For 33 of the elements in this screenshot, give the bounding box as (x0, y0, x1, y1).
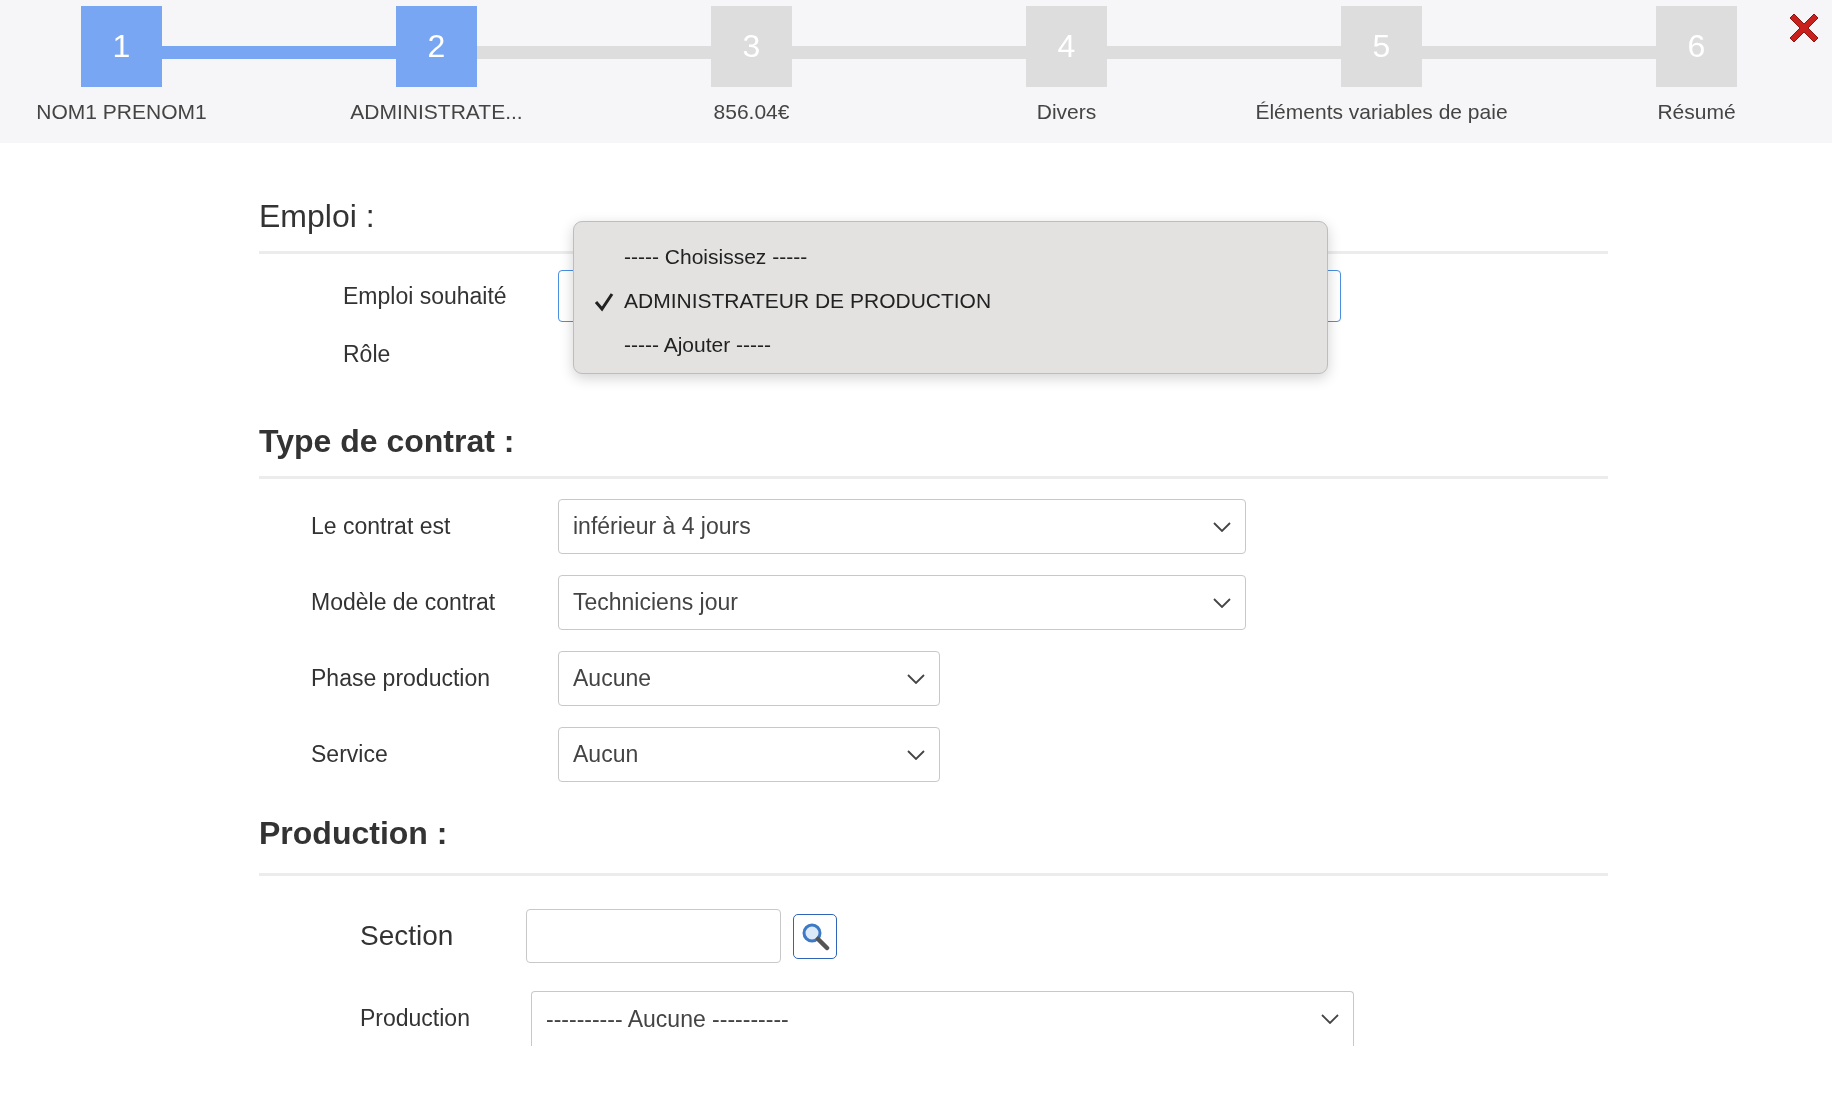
field-label: Le contrat est (311, 513, 452, 540)
select-field[interactable]: Aucune (558, 651, 940, 706)
search-icon (800, 921, 830, 951)
step-label: 856.04€ (713, 100, 790, 124)
step-label: Éléments variables de paie (1255, 100, 1508, 124)
field-label: Phase production (311, 665, 491, 692)
section-heading: Emploi : (259, 197, 376, 236)
step-label: Divers (1036, 100, 1097, 124)
field-label: Emploi souhaité (343, 282, 508, 310)
select-field[interactable]: inférieur à 4 jours (558, 499, 1246, 554)
chevron-icon (907, 673, 925, 684)
select-field[interactable]: ---------- Aucune ---------- (531, 991, 1354, 1046)
search-button[interactable] (793, 913, 837, 959)
field-label: Section (360, 920, 455, 952)
dropdown-option[interactable]: ----- Choisissez ----- (574, 235, 1327, 279)
chevron-icon (1321, 1014, 1339, 1024)
chevron-icon (1213, 521, 1231, 532)
dropdown-option[interactable]: ----- Ajouter ----- (574, 323, 1327, 367)
section-heading: Production : (259, 814, 449, 853)
field-label: Rôle (343, 340, 392, 368)
step-label: ADMINISTRATE... (350, 100, 523, 124)
dropdown-option[interactable]: ADMINISTRATEUR DE PRODUCTION (574, 279, 1327, 323)
chevron-icon (907, 749, 925, 760)
field-label: Production (360, 1005, 471, 1032)
field-label: Modèle de contrat (311, 589, 497, 616)
chevron-icon (1213, 597, 1231, 608)
step-label: NOM1 PRENOM1 (36, 100, 207, 124)
section-heading: Type de contrat : (259, 422, 516, 461)
field-label: Service (311, 741, 389, 768)
select-field[interactable]: Techniciens jour (558, 575, 1246, 630)
select-field[interactable]: Aucun (558, 727, 940, 782)
input-field[interactable] (526, 909, 781, 963)
step-label: Résumé (1657, 100, 1736, 124)
